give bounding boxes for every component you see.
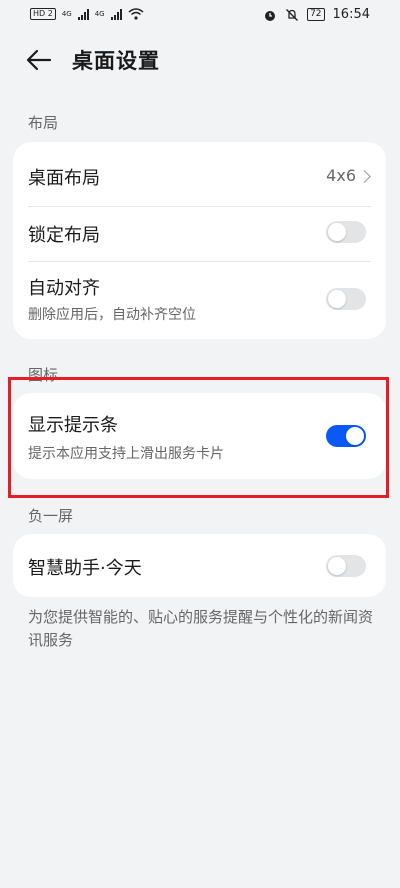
lock-layout-label: 锁定布局: [28, 225, 100, 246]
smart-assistant-label: 智慧助手·今天: [28, 558, 142, 579]
lock-layout-toggle[interactable]: [326, 221, 366, 243]
auto-align-description: 删除应用后，自动补齐空位: [28, 307, 196, 323]
minus-one-screen-card: 智慧助手·今天: [13, 534, 386, 597]
highlight-box: [8, 377, 389, 498]
chevron-right-icon: [358, 170, 371, 183]
minus-one-screen-footnote: 为您提供智能的、贴心的服务提醒与个性化的新闻资讯服务: [28, 608, 374, 649]
auto-align-toggle[interactable]: [326, 288, 366, 310]
hd-badge: HD 2: [30, 8, 56, 20]
page-header: 桌面设置: [0, 40, 400, 80]
desktop-layout-value: 4x6: [326, 166, 356, 185]
smart-assistant-row: 智慧助手·今天: [13, 534, 386, 597]
desktop-layout-label: 桌面布局: [28, 168, 100, 189]
network-type-2: 4G: [94, 10, 105, 18]
auto-align-label: 自动对齐: [28, 278, 100, 299]
status-bar-right: 72 16:54: [263, 7, 370, 22]
section-label-layout: 布局: [28, 114, 59, 132]
smart-assistant-toggle[interactable]: [326, 555, 366, 577]
auto-align-row: 自动对齐 删除应用后，自动补齐空位: [13, 261, 386, 339]
signal-icon-2: [110, 8, 122, 20]
wifi-icon: [128, 8, 144, 20]
toggle-knob: [328, 290, 346, 308]
back-arrow-icon[interactable]: [24, 46, 54, 74]
mute-icon: [286, 8, 299, 21]
section-label-minus-one-screen: 负一屏: [28, 507, 74, 525]
toggle-knob: [328, 557, 346, 575]
network-type-1: 4G: [61, 10, 72, 18]
clock: 16:54: [332, 7, 370, 22]
status-bar-left: HD 2 4G 4G: [30, 8, 144, 20]
signal-icon-1: [77, 8, 89, 20]
battery-icon: 72: [307, 8, 325, 21]
status-bar: HD 2 4G 4G 72 16:54: [0, 0, 400, 30]
alarm-icon: [265, 10, 276, 21]
desktop-layout-row[interactable]: 桌面布局 4x6: [13, 142, 386, 206]
page-title: 桌面设置: [72, 49, 160, 73]
layout-card: 桌面布局 4x6 锁定布局 自动对齐 删除应用后，自动补齐空位: [13, 142, 386, 339]
lock-layout-row: 锁定布局: [13, 206, 386, 261]
toggle-knob: [328, 223, 346, 241]
